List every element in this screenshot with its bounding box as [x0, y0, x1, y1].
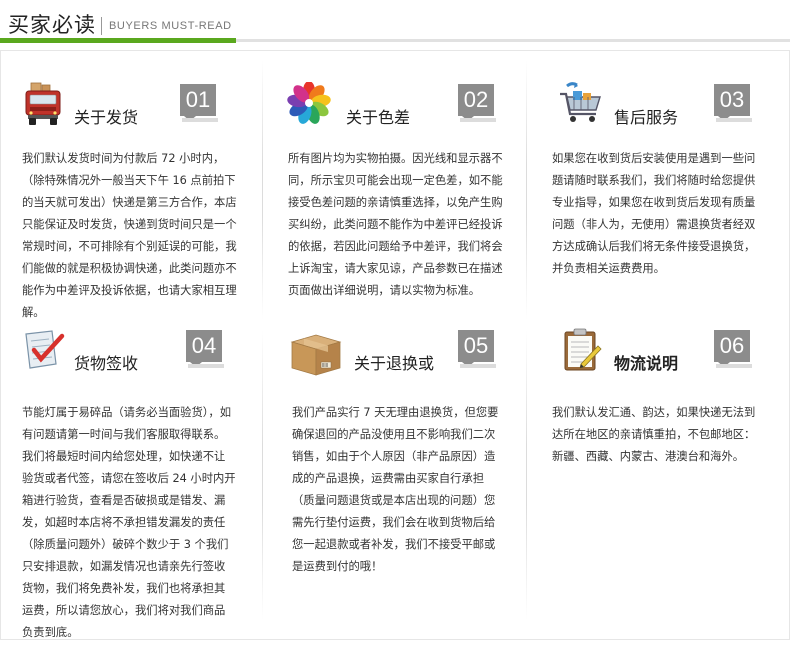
section-logistics: 物流说明 06 我们默认发汇通、韵达，如果快递无法到达所在地区的亲请慎重拍，不包… — [552, 328, 790, 598]
section-description: 节能灯属于易碎品（请务必当面验货），如有问题请第一时间与我们客服取得联系。我们将… — [22, 406, 236, 639]
section-title: 物流说明 — [614, 354, 679, 373]
truck-icon — [22, 82, 66, 126]
badge-shadow — [460, 118, 496, 122]
header-divider — [236, 39, 790, 42]
section-number-badge: 02 — [458, 84, 494, 121]
section-title: 售后服务 — [614, 108, 679, 127]
section-description: 如果您在收到货后安装使用是遇到一些问题请随时联系我们，我们将随时给您提供专业指导… — [552, 152, 756, 275]
checklist-icon — [22, 328, 66, 372]
section-description: 所有图片均为实物拍摄。因光线和显示器不同，所示宝贝可能会出现一定色差，如不能接受… — [288, 152, 503, 297]
section-description: 我们默认发汇通、韵达，如果快递无法到达所在地区的亲请慎重拍，不包邮地区：新疆、西… — [552, 406, 756, 463]
section-number-badge: 06 — [714, 330, 750, 367]
section-delivery-signoff: 货物签收 04 节能灯属于易碎品（请务必当面验货），如有问题请第一时间与我们客服… — [22, 328, 270, 639]
page-header: 买家必读 BUYERS MUST-READ — [0, 0, 790, 44]
section-description: 我们默认发货时间为付款后 72 小时内，（除特殊情况外一般当天下午 16 点前拍… — [22, 152, 237, 319]
badge-shadow — [716, 118, 752, 122]
section-number-badge: 03 — [714, 84, 750, 121]
cardboard-box-icon — [290, 332, 342, 376]
section-number-badge: 04 — [186, 330, 222, 367]
section-title: 关于退换或 — [354, 354, 435, 373]
section-title: 货物签收 — [74, 354, 139, 373]
badge-shadow — [182, 118, 218, 122]
clipboard-icon — [560, 328, 604, 372]
header-separator — [101, 17, 102, 35]
section-shipping: 关于发货 01 我们默认发货时间为付款后 72 小时内，（除特殊情况外一般当天下… — [22, 82, 270, 352]
section-after-sales: 售后服务 03 如果您在收到货后安装使用是遇到一些问题请随时联系我们，我们将随时… — [552, 82, 790, 352]
section-number-badge: 01 — [180, 84, 216, 121]
badge-shadow — [188, 364, 224, 368]
section-description: 我们产品实行 7 天无理由退换货，但您要确保退回的产品没使用且不影响我们二次销售… — [292, 406, 499, 573]
header-subtitle: BUYERS MUST-READ — [109, 20, 232, 32]
section-color-difference: 关于色差 02 所有图片均为实物拍摄。因光线和显示器不同，所示宝贝可能会出现一定… — [286, 81, 536, 352]
section-title: 关于色差 — [346, 108, 411, 127]
color-wheel-icon — [286, 81, 331, 126]
shopping-cart-icon — [558, 82, 602, 126]
header-accent-bar — [0, 38, 236, 43]
badge-shadow — [460, 364, 496, 368]
section-title: 关于发货 — [74, 108, 139, 127]
badge-shadow — [716, 364, 752, 368]
section-number-badge: 05 — [458, 330, 494, 367]
header-title: 买家必读 — [8, 13, 96, 37]
section-returns: 关于退换或 05 我们产品实行 7 天无理由退换货，但您要确保退回的产品没使用且… — [290, 328, 540, 598]
